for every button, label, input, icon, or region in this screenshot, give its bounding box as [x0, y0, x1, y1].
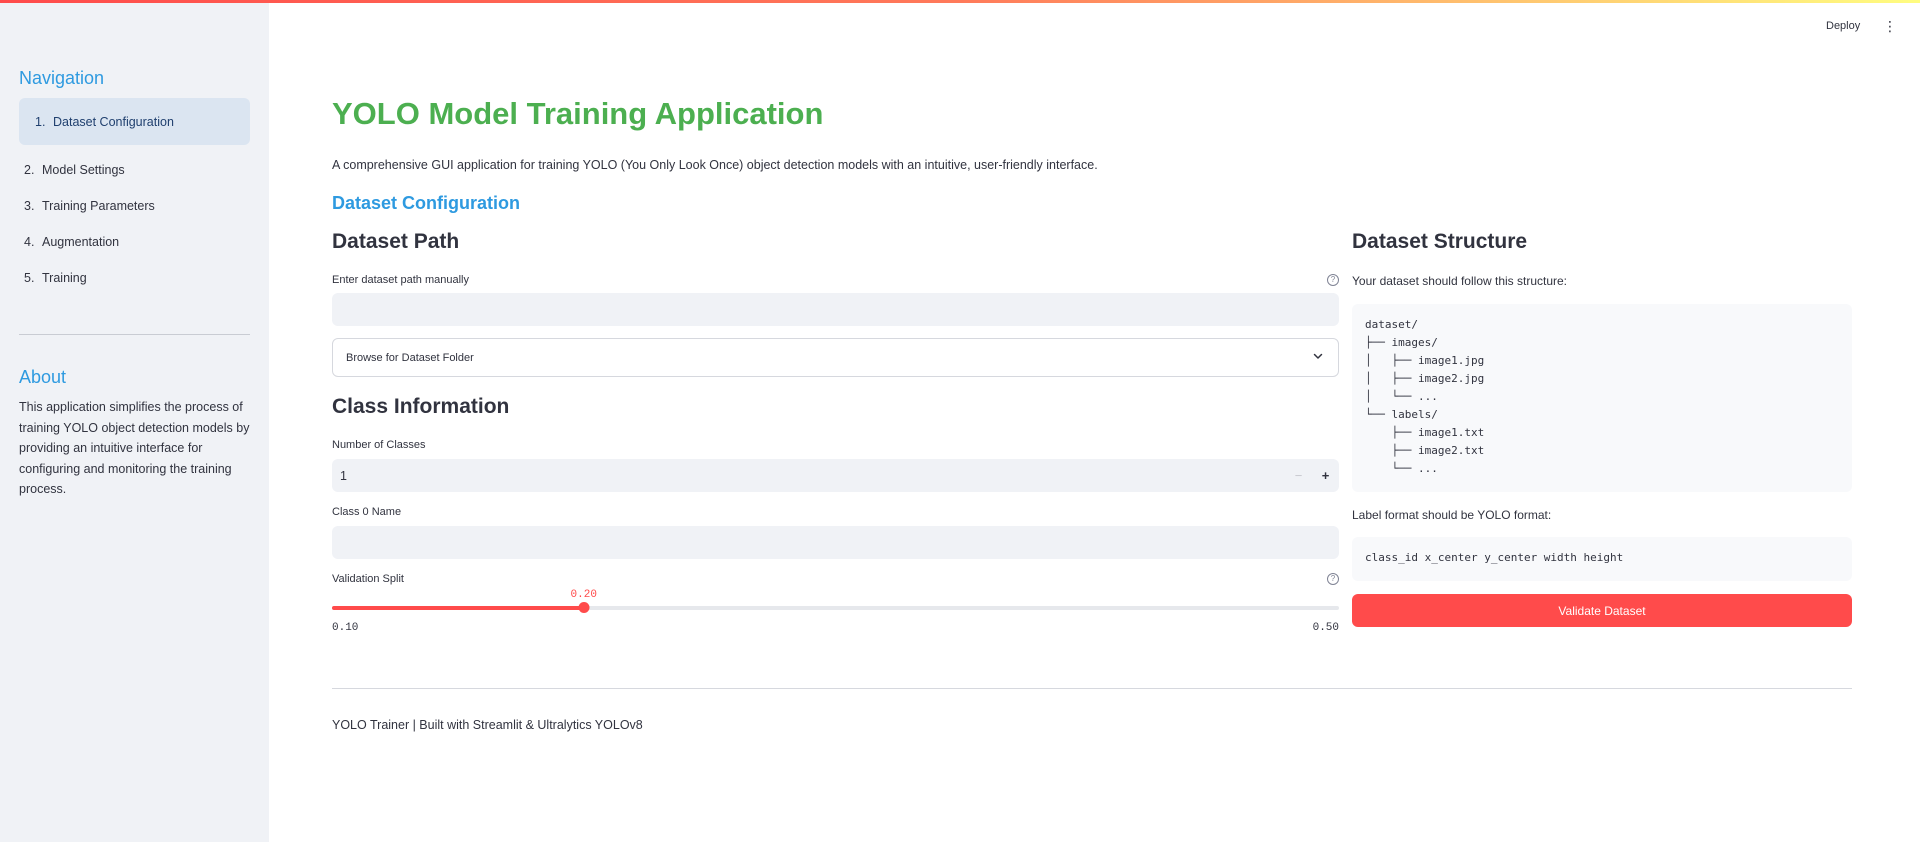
validation-split-slider[interactable]: 0.20 0.10 0.50	[332, 589, 1339, 639]
sidebar-item-label: Augmentation	[42, 235, 120, 249]
dataset-structure-intro: Your dataset should follow this structur…	[1352, 274, 1568, 288]
class-0-name-label: Class 0 Name	[332, 506, 401, 518]
question-circle-icon[interactable]: ?	[1327, 573, 1339, 585]
sidebar-item-number: 5.	[24, 271, 35, 285]
validate-dataset-button[interactable]: Validate Dataset	[1352, 594, 1852, 627]
deploy-button[interactable]: Deploy	[1826, 20, 1860, 32]
top-decoration-bar	[0, 0, 1920, 3]
sidebar-item-augmentation[interactable]: 4. Augmentation	[19, 224, 250, 260]
sidebar-divider	[19, 334, 250, 335]
sidebar-nav-title: Navigation	[19, 68, 105, 88]
sidebar-item-number: 4.	[24, 235, 35, 249]
number-of-classes-label: Number of Classes	[332, 439, 426, 451]
browse-dataset-expander[interactable]: Browse for Dataset Folder	[332, 338, 1339, 377]
sidebar-item-label: Dataset Configuration	[53, 114, 174, 129]
page-description: A comprehensive GUI application for trai…	[332, 158, 1098, 172]
sidebar-item-dataset-configuration[interactable]: 1. Dataset Configuration	[19, 98, 250, 145]
section-title: Dataset Configuration	[332, 193, 521, 213]
slider-fill	[332, 606, 584, 610]
number-of-classes-stepper[interactable]: 1 − +	[332, 459, 1339, 492]
sidebar-item-number: 1.	[35, 114, 46, 129]
number-of-classes-value[interactable]: 1	[332, 469, 1285, 483]
footer-text: YOLO Trainer | Built with Streamlit & Ul…	[332, 718, 643, 732]
sidebar-item-training[interactable]: 5. Training	[19, 260, 250, 296]
sidebar-item-label: Training Parameters	[42, 199, 155, 213]
slider-thumb[interactable]	[578, 602, 590, 613]
sidebar-item-number: 2.	[24, 163, 35, 177]
class-information-heading: Class Information	[332, 395, 510, 418]
kebab-menu-icon[interactable]: ⋮	[1883, 19, 1897, 33]
dataset-path-label: Enter dataset path manually	[332, 274, 469, 286]
sidebar-item-label: Model Settings	[42, 163, 125, 177]
increment-button[interactable]: +	[1312, 459, 1339, 492]
sidebar-about-title: About	[19, 367, 67, 387]
footer-divider	[332, 688, 1852, 689]
question-circle-icon[interactable]: ?	[1327, 274, 1339, 286]
chevron-down-icon	[1312, 350, 1324, 365]
validation-split-label: Validation Split	[332, 573, 404, 585]
decrement-button[interactable]: −	[1285, 459, 1312, 492]
class-0-name-label-text: Class 0 Name	[332, 506, 402, 518]
slider-max-label: 0.50	[1312, 622, 1339, 634]
sidebar: Navigation 1. Dataset Configuration 2. M…	[0, 0, 269, 842]
page-title: YOLO Model Training Application	[332, 96, 824, 131]
sidebar-item-training-parameters[interactable]: 3. Training Parameters	[19, 188, 250, 224]
sidebar-about-text: This application simplifies the process …	[19, 400, 250, 496]
dataset-path-label-row: Enter dataset path manually ?	[332, 274, 1339, 286]
dataset-structure-heading: Dataset Structure	[1352, 230, 1528, 253]
dataset-path-heading: Dataset Path	[332, 230, 460, 253]
slider-min-label: 0.10	[332, 622, 359, 634]
number-of-classes-label-text: Number of Classes	[332, 439, 426, 451]
browse-dataset-label: Browse for Dataset Folder	[346, 351, 474, 364]
validation-split-label-row: Validation Split ?	[332, 573, 1339, 585]
sidebar-item-model-settings[interactable]: 2. Model Settings	[19, 152, 250, 188]
dataset-structure-code: dataset/ ├── images/ │ ├── image1.jpg │ …	[1352, 304, 1852, 492]
class-0-name-input[interactable]	[332, 526, 1339, 559]
sidebar-nav-list: 1. Dataset Configuration 2. Model Settin…	[19, 98, 250, 296]
sidebar-item-label: Training	[42, 271, 87, 285]
sidebar-item-number: 3.	[24, 199, 35, 213]
slider-current-value: 0.20	[570, 589, 597, 601]
label-format-text: Label format should be YOLO format:	[1352, 508, 1552, 522]
dataset-path-input[interactable]	[332, 293, 1339, 326]
label-format-code: class_id x_center y_center width height	[1352, 537, 1852, 581]
